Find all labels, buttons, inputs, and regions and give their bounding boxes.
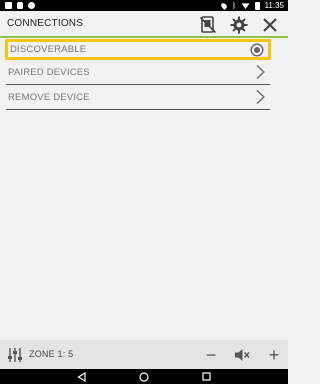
discoverable-label: DISCOVERABLE [10, 44, 87, 55]
location-icon [219, 1, 228, 10]
zone-label: ZONE 1: 5 [29, 349, 74, 359]
bluetooth-icon: ᛒ [231, 0, 237, 10]
remove-device-row[interactable]: REMOVE DEVICE [6, 85, 270, 110]
recents-icon [201, 372, 211, 381]
status-left-icons [5, 2, 35, 9]
home-icon [139, 371, 149, 382]
wifi-icon [241, 3, 250, 9]
battery-icon [254, 1, 260, 10]
lock-icon [17, 2, 23, 9]
status-time: 11:35 [264, 1, 284, 10]
paired-devices-row[interactable]: PAIRED DEVICES [6, 60, 270, 85]
equalizer-icon [8, 348, 22, 362]
page-title: CONNECTIONS [7, 18, 84, 29]
status-bar: ᛒ 11:35 [0, 0, 288, 11]
mute-icon [235, 349, 250, 361]
close-button[interactable] [259, 14, 281, 36]
volume-up-button[interactable]: + [263, 344, 285, 366]
chevron-right-icon [256, 65, 265, 79]
gear-icon [230, 16, 248, 34]
zone-bar: ZONE 1: 5 − + [0, 340, 288, 369]
alarm-icon [28, 2, 35, 9]
header: CONNECTIONS [0, 11, 288, 38]
photo-icon [5, 2, 12, 9]
radio-icon [250, 42, 264, 57]
minus-icon: − [205, 345, 217, 365]
equalizer-button[interactable] [4, 344, 26, 366]
status-right-icons: ᛒ 11:35 [219, 0, 284, 10]
plus-icon: + [268, 345, 280, 365]
remove-device-label: REMOVE DEVICE [8, 91, 90, 103]
recents-button[interactable] [200, 371, 212, 382]
chevron-right-icon [256, 90, 265, 104]
settings-button[interactable] [228, 14, 250, 36]
system-nav-bar [0, 369, 288, 384]
discoverable-radio[interactable] [250, 42, 264, 57]
back-button[interactable] [75, 371, 87, 382]
remove-device-chevron [254, 89, 266, 105]
paired-devices-label: PAIRED DEVICES [8, 66, 90, 78]
discoverable-row[interactable]: DISCOVERABLE [5, 39, 271, 60]
paired-devices-chevron [254, 64, 266, 80]
connections-list: DISCOVERABLE PAIRED DEVICES REMOVE DEVIC… [5, 39, 271, 110]
volume-down-button[interactable]: − [200, 344, 222, 366]
mute-button[interactable] [231, 344, 253, 366]
back-icon [76, 371, 86, 382]
no-device-icon [199, 16, 217, 34]
close-icon [263, 18, 277, 32]
no-device-button[interactable] [197, 14, 219, 36]
home-button[interactable] [138, 371, 150, 382]
